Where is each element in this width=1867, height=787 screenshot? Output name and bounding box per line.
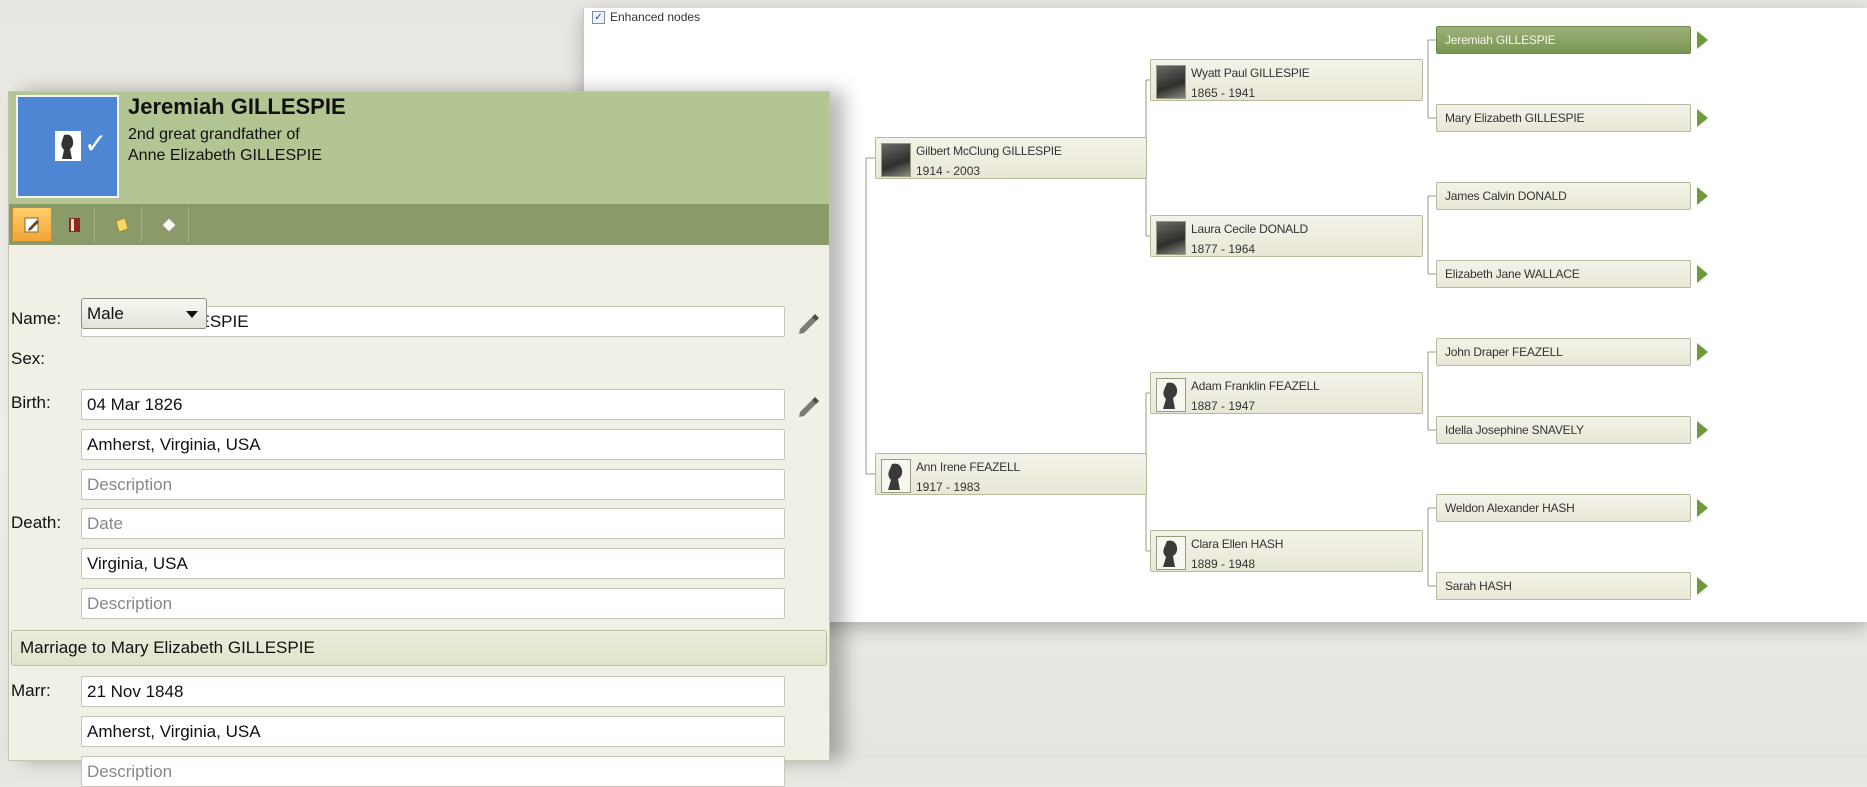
- relationship-line-2: Anne Elizabeth GILLESPIE: [128, 147, 322, 164]
- tree-node-gilbert[interactable]: Gilbert McClung GILLESPIE 1914 - 2003: [875, 137, 1147, 179]
- silhouette-icon: [55, 131, 81, 161]
- editor-header: ✓ Jeremiah GILLESPIE 2nd great grandfath…: [9, 92, 829, 204]
- node-dates: 1877 - 1964: [1191, 242, 1256, 256]
- tree-node-laura[interactable]: Laura Cecile DONALD 1877 - 1964: [1150, 215, 1423, 257]
- tags-tab[interactable]: [149, 207, 189, 242]
- node-name: Ann Irene FEAZELL: [916, 460, 1020, 474]
- leaf-name: Weldon Alexander HASH: [1445, 501, 1575, 515]
- expand-arrow-icon[interactable]: [1697, 109, 1708, 127]
- sources-tab[interactable]: [55, 207, 95, 242]
- leaf-name: Elizabeth Jane WALLACE: [1445, 267, 1580, 281]
- death-label: Death:: [11, 513, 62, 532]
- tree-leaf-6[interactable]: Idella Josephine SNAVELY: [1436, 416, 1691, 444]
- node-name: Gilbert McClung GILLESPIE: [916, 144, 1062, 158]
- sex-dropdown[interactable]: Male: [81, 298, 207, 329]
- marr-place-input[interactable]: Amherst, Virginia, USA: [81, 716, 785, 747]
- silhouette-icon: [1156, 378, 1186, 412]
- expand-arrow-icon[interactable]: [1697, 31, 1708, 49]
- node-name: Adam Franklin FEAZELL: [1191, 379, 1320, 393]
- node-dates: 1917 - 1983: [916, 480, 981, 494]
- edit-tab[interactable]: [12, 207, 52, 242]
- expand-arrow-icon[interactable]: [1697, 421, 1708, 439]
- chevron-down-icon: [186, 311, 198, 318]
- edit-name-pencil-icon[interactable]: [796, 309, 822, 335]
- tree-node-ann[interactable]: Ann Irene FEAZELL 1917 - 1983: [875, 453, 1147, 495]
- person-photo-icon: [1156, 221, 1186, 255]
- editor-toolbar: [9, 204, 829, 245]
- leaf-name: Idella Josephine SNAVELY: [1445, 423, 1584, 437]
- node-dates: 1914 - 2003: [916, 164, 981, 178]
- marriage-header[interactable]: Marriage to Mary Elizabeth GILLESPIE: [11, 630, 827, 666]
- tag-icon: [160, 216, 177, 233]
- birth-place-input[interactable]: Amherst, Virginia, USA: [81, 429, 785, 460]
- node-dates: 1887 - 1947: [1191, 399, 1256, 413]
- marr-date-input[interactable]: 21 Nov 1848: [81, 676, 785, 707]
- node-name: Clara Ellen HASH: [1191, 537, 1284, 551]
- note-icon: [114, 216, 129, 233]
- sex-value: Male: [87, 304, 124, 323]
- node-dates: 1889 - 1948: [1191, 557, 1256, 571]
- book-icon: [68, 217, 80, 232]
- node-dates: 1865 - 1941: [1191, 86, 1256, 100]
- person-editor-panel: ✓ Jeremiah GILLESPIE 2nd great grandfath…: [8, 91, 830, 787]
- birth-description-input[interactable]: Description: [81, 469, 785, 500]
- expand-arrow-icon[interactable]: [1697, 265, 1708, 283]
- tree-node-adam[interactable]: Adam Franklin FEAZELL 1887 - 1947: [1150, 372, 1423, 414]
- death-description-input[interactable]: Description: [81, 588, 785, 619]
- leaf-name: Jeremiah GILLESPIE: [1445, 33, 1556, 47]
- tree-leaf-2[interactable]: Mary Elizabeth GILLESPIE: [1436, 104, 1691, 132]
- sex-label: Sex:: [11, 349, 46, 368]
- edit-icon: [24, 217, 39, 232]
- tree-leaf-8[interactable]: Sarah HASH: [1436, 572, 1691, 600]
- silhouette-icon: [881, 459, 911, 493]
- marr-description-input[interactable]: Description: [81, 756, 785, 787]
- relationship-line-1: 2nd great grandfather of: [128, 126, 300, 143]
- person-photo-icon: [1156, 65, 1186, 99]
- tree-leaf-3[interactable]: James Calvin DONALD: [1436, 182, 1691, 210]
- name-label: Name:: [11, 309, 62, 328]
- tree-leaf-4[interactable]: Elizabeth Jane WALLACE: [1436, 260, 1691, 288]
- node-name: Wyatt Paul GILLESPIE: [1191, 66, 1310, 80]
- leaf-name: James Calvin DONALD: [1445, 189, 1567, 203]
- death-place-input[interactable]: Virginia, USA: [81, 548, 785, 579]
- expand-arrow-icon[interactable]: [1697, 577, 1708, 595]
- leaf-name: Mary Elizabeth GILLESPIE: [1445, 111, 1585, 125]
- leaf-name: Sarah HASH: [1445, 579, 1512, 593]
- expand-arrow-icon[interactable]: [1697, 343, 1708, 361]
- leaf-name: John Draper FEAZELL: [1445, 345, 1563, 359]
- tree-node-clara[interactable]: Clara Ellen HASH 1889 - 1948: [1150, 530, 1423, 572]
- notes-tab[interactable]: [102, 207, 142, 242]
- birth-label: Birth:: [11, 393, 51, 412]
- edit-birth-pencil-icon[interactable]: [796, 392, 822, 418]
- expand-arrow-icon[interactable]: [1697, 187, 1708, 205]
- portrait[interactable]: ✓: [16, 95, 119, 198]
- birth-date-input[interactable]: 04 Mar 1826: [81, 389, 785, 420]
- marr-label: Marr:: [11, 681, 51, 700]
- person-name-title: Jeremiah GILLESPIE: [128, 94, 346, 119]
- expand-arrow-icon[interactable]: [1697, 499, 1708, 517]
- tree-leaf-5[interactable]: John Draper FEAZELL: [1436, 338, 1691, 366]
- checkmark-icon: ✓: [84, 128, 108, 159]
- tree-leaf-1[interactable]: Jeremiah GILLESPIE: [1436, 26, 1691, 54]
- death-date-input[interactable]: Date: [81, 508, 785, 539]
- node-name: Laura Cecile DONALD: [1191, 222, 1308, 236]
- person-photo-icon: [881, 143, 911, 177]
- tree-leaf-7[interactable]: Weldon Alexander HASH: [1436, 494, 1691, 522]
- tree-node-wyatt[interactable]: Wyatt Paul GILLESPIE 1865 - 1941: [1150, 59, 1423, 101]
- silhouette-icon: [1156, 536, 1186, 570]
